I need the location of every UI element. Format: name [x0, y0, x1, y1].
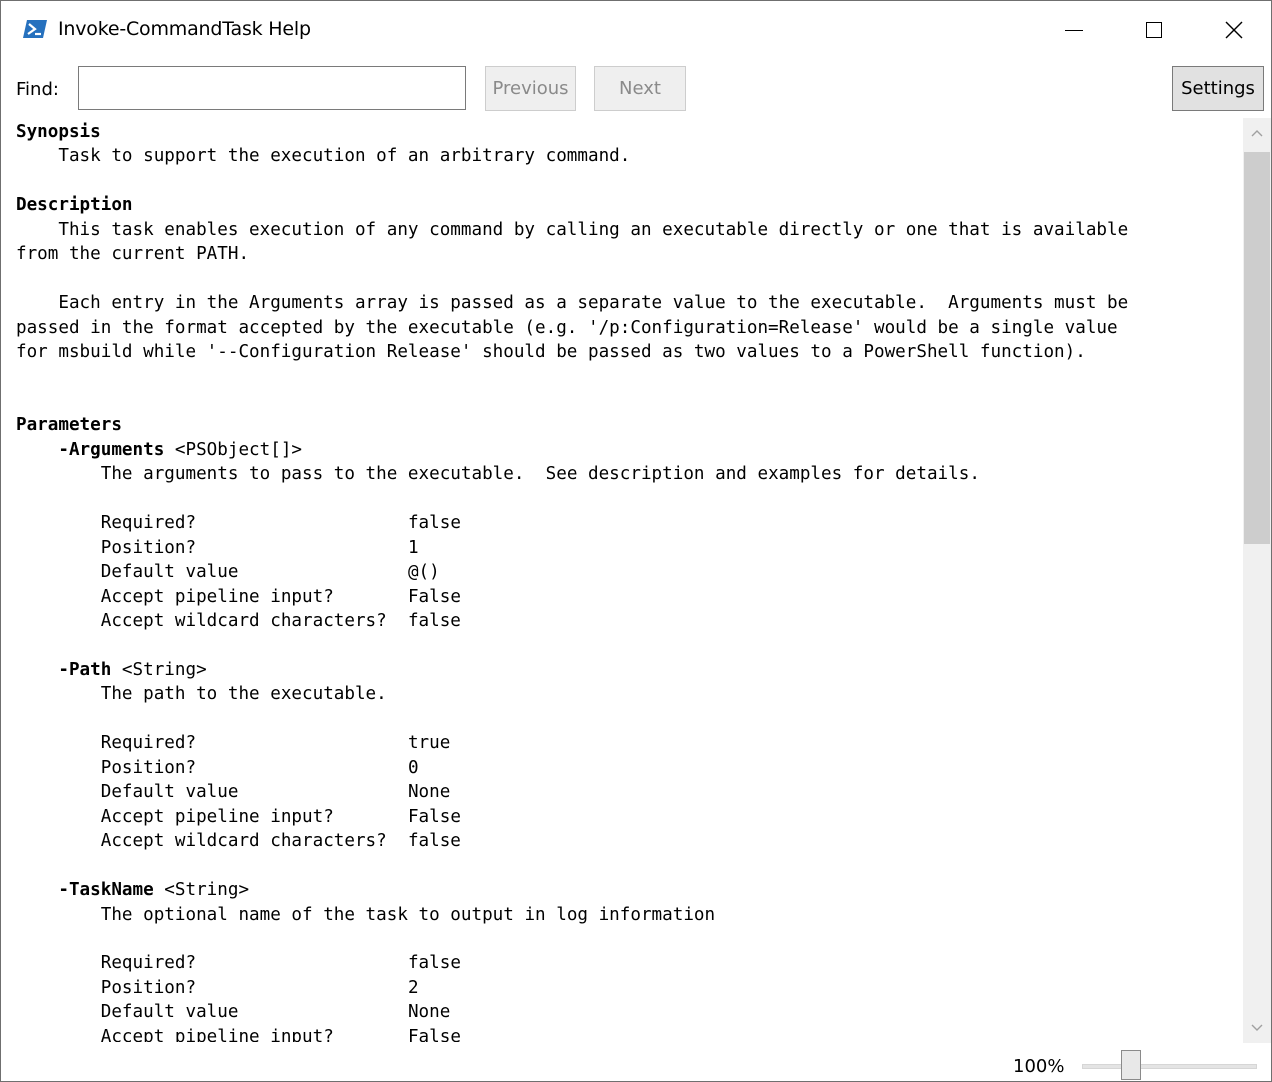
- close-icon: [1225, 21, 1243, 39]
- parameter-attribute-label: Position?: [100, 757, 197, 778]
- synopsis-text: Task to support the execution of an arbi…: [16, 146, 631, 167]
- help-text: Synopsis Task to support the execution o…: [1, 120, 1128, 1042]
- maximize-button[interactable]: [1114, 1, 1194, 59]
- parameter-name: -Path: [58, 659, 112, 680]
- parameters-heading: Parameters: [16, 415, 122, 436]
- parameter-attribute-label: Default value: [100, 562, 239, 583]
- help-content[interactable]: Synopsis Task to support the execution o…: [1, 118, 1242, 1042]
- title-bar[interactable]: Invoke-CommandTask Help: [1, 1, 1271, 59]
- parameter-attribute-value: false: [407, 513, 461, 534]
- parameter-attribute-label: Required?: [100, 733, 197, 754]
- window-title: Invoke-CommandTask Help: [58, 18, 311, 40]
- scroll-thumb[interactable]: [1244, 152, 1270, 544]
- scroll-up-button[interactable]: [1243, 118, 1271, 148]
- scroll-down-button[interactable]: [1243, 1013, 1271, 1043]
- parameter-attribute-label: Accept pipeline input?: [100, 1026, 334, 1042]
- parameter-attribute-label: Default value: [100, 782, 239, 803]
- parameter-type: <String>: [153, 880, 250, 901]
- parameter-description: The arguments to pass to the executable.…: [100, 464, 980, 485]
- parameter-attribute-value: False: [407, 806, 461, 827]
- description-paragraph: Each entry in the Arguments array is pas…: [16, 293, 1129, 363]
- parameter-type: <PSObject[]>: [164, 439, 303, 460]
- parameter-attribute-label: Required?: [100, 953, 197, 974]
- parameter-attribute-value: @(): [407, 562, 440, 583]
- vertical-scrollbar[interactable]: [1243, 118, 1271, 1043]
- parameter-attribute-value: 2: [407, 977, 419, 998]
- powershell-icon: [23, 20, 47, 38]
- parameter-attribute-label: Accept wildcard characters?: [100, 611, 387, 632]
- parameter-attribute-value: false: [407, 611, 461, 632]
- zoom-level: 100%: [1013, 1056, 1065, 1077]
- parameter-attribute-value: 0: [407, 757, 419, 778]
- next-button[interactable]: Next: [594, 66, 686, 111]
- previous-button[interactable]: Previous: [485, 66, 576, 111]
- parameter-attribute-value: true: [407, 733, 451, 754]
- chevron-up-icon: [1251, 130, 1263, 137]
- parameter-attribute-label: Required?: [100, 513, 197, 534]
- parameter-attribute-value: 1: [407, 537, 419, 558]
- parameter-attribute-label: Accept wildcard characters?: [100, 831, 387, 852]
- zoom-slider-track[interactable]: [1082, 1064, 1257, 1069]
- find-label: Find:: [16, 79, 59, 100]
- synopsis-heading: Synopsis: [16, 122, 101, 142]
- parameter-attribute-value: false: [407, 831, 461, 852]
- chevron-down-icon: [1251, 1024, 1263, 1031]
- parameter-attribute-value: False: [407, 586, 461, 607]
- help-window: Invoke-CommandTask Help Find: Previous N…: [0, 0, 1272, 1082]
- minimize-icon: [1065, 29, 1083, 31]
- parameter-description: The path to the executable.: [100, 684, 387, 705]
- parameter-name: -Arguments: [58, 439, 165, 460]
- parameter-attribute-label: Accept pipeline input?: [100, 806, 334, 827]
- minimize-button[interactable]: [1034, 1, 1114, 59]
- parameter-attribute-label: Position?: [100, 977, 197, 998]
- parameter-attribute-value: false: [407, 953, 461, 974]
- close-button[interactable]: [1194, 1, 1271, 59]
- parameter-attribute-label: Default value: [100, 1002, 239, 1023]
- zoom-slider-thumb[interactable]: [1121, 1050, 1141, 1080]
- parameter-attribute-value: False: [407, 1026, 461, 1042]
- parameter-type: <String>: [111, 659, 207, 680]
- settings-button[interactable]: Settings: [1172, 66, 1264, 111]
- parameter-attribute-value: None: [407, 1002, 451, 1023]
- parameter-name: -TaskName: [58, 880, 154, 901]
- maximize-icon: [1146, 22, 1162, 38]
- description-paragraph: This task enables execution of any comma…: [16, 219, 1129, 265]
- description-heading: Description: [16, 195, 133, 216]
- parameter-attribute-label: Accept pipeline input?: [100, 586, 334, 607]
- parameter-attribute-value: None: [407, 782, 451, 803]
- parameter-attribute-label: Position?: [100, 537, 197, 558]
- find-input[interactable]: [78, 66, 466, 110]
- parameter-description: The optional name of the task to output …: [100, 904, 716, 925]
